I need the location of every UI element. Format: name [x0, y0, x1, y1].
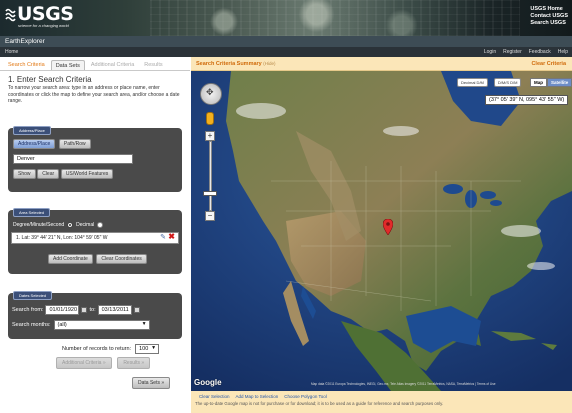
- logo-text: USGS: [17, 3, 74, 25]
- decimal-label: Decimal: [76, 222, 95, 228]
- address-input[interactable]: [13, 154, 133, 164]
- records-value: 100: [139, 346, 149, 352]
- months-select[interactable]: (all) ▼: [53, 320, 150, 330]
- decimal-radio[interactable]: [97, 222, 104, 228]
- nav-feedback[interactable]: Feedback: [529, 47, 551, 57]
- map-attribution: Map data ©2011 Europa Technologies, INEG…: [311, 382, 496, 386]
- clear-coordinates-button[interactable]: Clear Coordinates: [96, 254, 147, 264]
- search-from-label: Search from:: [12, 307, 44, 313]
- nav-register[interactable]: Register: [503, 47, 522, 57]
- tab-bar: Search Criteria Data Sets Additional Cri…: [0, 57, 190, 71]
- google-map[interactable]: ✥ + − Decimal D/M D/M/S D/M Map Satellit…: [191, 71, 572, 391]
- map-panel: Search Criteria Summary (Hide) Clear Cri…: [191, 57, 572, 413]
- coordinate-row[interactable]: 1. Lat: 39° 44' 21" N, Lon: 104° 59' 05"…: [11, 232, 179, 244]
- nav-home[interactable]: Home: [5, 47, 18, 57]
- step-title: 1. Enter Search Criteria: [8, 75, 92, 84]
- records-label: Number of records to return:: [62, 346, 132, 352]
- search-usgs-link[interactable]: Search USGS: [530, 20, 568, 27]
- from-date-input[interactable]: 01/01/1920: [45, 305, 80, 315]
- to-date-input[interactable]: 03/13/2011: [97, 305, 132, 315]
- to-calendar-icon[interactable]: [133, 307, 140, 313]
- chevron-down-icon: ▼: [141, 321, 147, 327]
- summary-hide-link[interactable]: (Hide): [263, 61, 275, 66]
- additional-criteria-button[interactable]: Additional Criteria »: [56, 357, 112, 369]
- tab-additional-criteria[interactable]: Additional Criteria: [87, 60, 138, 70]
- criteria-summary-bar: Search Criteria Summary (Hide) Clear Cri…: [191, 57, 572, 71]
- add-coordinate-button[interactable]: Add Coordinate: [48, 254, 93, 264]
- usgs-header: USGS science for a changing world USGS H…: [0, 0, 572, 36]
- address-group-label: Address/Place: [13, 126, 51, 135]
- zoom-out-button[interactable]: −: [205, 211, 215, 221]
- path-row-tab[interactable]: Path/Row: [58, 139, 91, 149]
- tab-search-criteria[interactable]: Search Criteria: [4, 60, 49, 70]
- dms-format-toggle[interactable]: D/M/S D/M: [493, 78, 522, 87]
- tab-data-sets[interactable]: Data Sets: [50, 60, 85, 70]
- satellite-banner: [150, 0, 520, 36]
- usgs-logo[interactable]: USGS science for a changing world: [5, 3, 74, 28]
- area-group: Area Selected Degree/Minute/Second Decim…: [8, 208, 182, 274]
- results-button[interactable]: Results »: [117, 357, 151, 369]
- usgs-home-link[interactable]: USGS Home: [530, 6, 568, 13]
- street-view-pegman-icon[interactable]: [206, 112, 214, 125]
- address-group: Address/Place Address/Place Path/Row Sho…: [8, 126, 182, 192]
- zoom-track: [208, 141, 212, 211]
- tab-results[interactable]: Results: [140, 60, 166, 70]
- pan-arrows-icon: ✥: [206, 87, 214, 97]
- map-marker-icon[interactable]: [383, 219, 393, 235]
- dates-group: Dates Selected Search from: 01/01/1920 t…: [8, 291, 182, 339]
- decimal-format-toggle[interactable]: Decimal D/M: [457, 78, 488, 87]
- search-months-label: Search months:: [12, 322, 51, 328]
- zoom-thumb[interactable]: [203, 191, 217, 196]
- summary-title: Search Criteria Summary (Hide): [196, 57, 276, 71]
- google-logo[interactable]: Google: [194, 378, 222, 387]
- clear-address-button[interactable]: Clear: [37, 169, 60, 179]
- us-world-features-button[interactable]: US/World Features: [60, 169, 114, 179]
- area-group-label: Area Selected: [13, 208, 51, 217]
- nav-help[interactable]: Help: [558, 47, 568, 57]
- clear-selection-link[interactable]: Clear Selection: [199, 394, 230, 399]
- coordinate-text: 1. Lat: 39° 44' 21" N, Lon: 104° 59' 05"…: [16, 235, 108, 241]
- delete-icon[interactable]: ✖: [168, 232, 175, 242]
- clear-criteria-link[interactable]: Clear Criteria: [531, 57, 566, 71]
- records-chevron-icon: ▼: [151, 345, 157, 351]
- records-select[interactable]: 100 ▼: [135, 344, 160, 354]
- map-disclaimer: The up-to-date Google map is not for pur…: [195, 401, 444, 406]
- show-button[interactable]: Show: [13, 169, 36, 179]
- polygon-tool-link[interactable]: Choose Polygon Tool: [284, 394, 326, 399]
- usgs-wave-icon: [5, 8, 16, 21]
- dates-group-label: Dates Selected: [13, 291, 53, 300]
- app-title: EarthExplorer: [0, 36, 572, 47]
- months-select-value: (all): [57, 322, 67, 328]
- map-type-satellite[interactable]: Satellite: [547, 78, 572, 87]
- edit-icon[interactable]: ✎: [160, 233, 166, 243]
- instructions: To narrow your search area: type in an a…: [8, 85, 180, 104]
- dms-radio[interactable]: [67, 222, 74, 228]
- top-nav: Home Login Register Feedback Help: [0, 47, 572, 57]
- map-status-bar: Clear Selection Add Map to Selection Cho…: [191, 391, 572, 413]
- to-label: to:: [89, 307, 96, 313]
- summary-title-text: Search Criteria Summary: [196, 61, 262, 67]
- satellite-map: [191, 71, 572, 391]
- tagline: science for a changing world: [18, 23, 69, 28]
- contact-usgs-link[interactable]: Contact USGS: [530, 13, 568, 20]
- from-calendar-icon[interactable]: [81, 307, 88, 313]
- usgs-links: USGS Home Contact USGS Search USGS: [530, 6, 568, 27]
- data-sets-button[interactable]: Data Sets »: [132, 377, 171, 389]
- search-panel: Search Criteria Data Sets Additional Cri…: [0, 57, 190, 413]
- nav-login[interactable]: Login: [484, 47, 496, 57]
- coordinate-readout: (37° 05' 39" N, 095° 43' 55" W): [485, 95, 569, 105]
- dms-label: Degree/Minute/Second: [13, 222, 65, 228]
- pan-control[interactable]: ✥: [200, 83, 222, 105]
- zoom-in-button[interactable]: +: [205, 131, 215, 141]
- add-map-selection-link[interactable]: Add Map to Selection: [236, 394, 279, 399]
- map-type-map[interactable]: Map: [530, 78, 547, 87]
- zoom-slider[interactable]: + −: [205, 131, 215, 223]
- address-place-tab[interactable]: Address/Place: [13, 139, 56, 149]
